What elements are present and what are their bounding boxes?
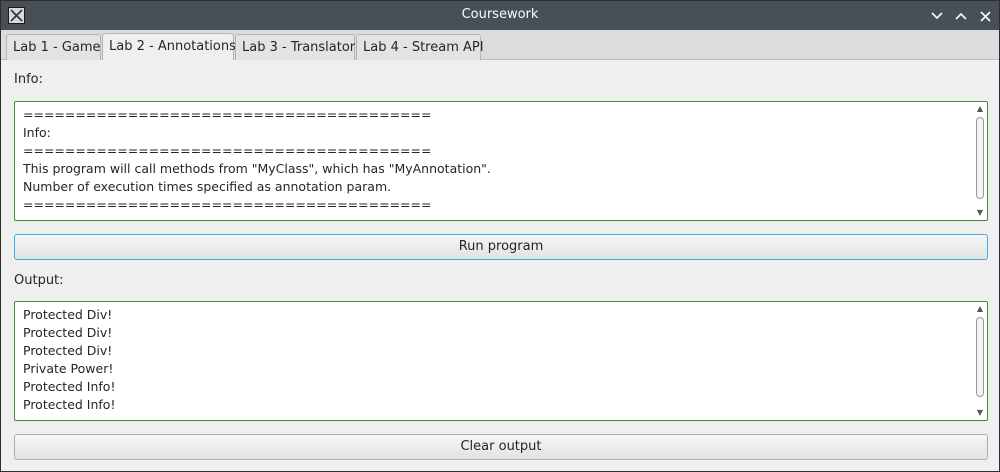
output-line: Protected Div!	[23, 343, 113, 358]
clear-output-button[interactable]: Clear output	[14, 434, 988, 460]
info-line: =======================================	[23, 197, 432, 212]
info-line: This program will call methods from "MyC…	[23, 161, 491, 176]
app-window: Coursework Lab 1 - Game Lab 2 - Annotati…	[0, 0, 1000, 472]
info-line: Number of execution times specified as a…	[23, 179, 392, 194]
output-line: Private Power!	[23, 361, 114, 376]
output-label: Output:	[14, 273, 64, 288]
scroll-down-icon[interactable]: ▼	[974, 408, 986, 418]
tab-bar: Lab 1 - Game Lab 2 - Annotations Lab 3 -…	[1, 30, 999, 60]
output-text-area[interactable]: Protected Div! Protected Div! Protected …	[14, 301, 988, 421]
info-line: =======================================	[23, 107, 432, 122]
info-line: =======================================	[23, 143, 432, 158]
info-text-area[interactable]: ======================================= …	[14, 101, 988, 221]
scroll-down-icon[interactable]: ▼	[974, 208, 986, 218]
output-line: Protected Div!	[23, 325, 113, 340]
maximize-icon[interactable]	[952, 7, 970, 25]
tab-lab3-translator[interactable]: Lab 3 - Translator	[235, 34, 355, 60]
title-bar[interactable]: Coursework	[1, 1, 999, 30]
info-line: Info:	[23, 125, 51, 140]
run-program-button[interactable]: Run program	[14, 234, 988, 260]
output-line: Protected Div!	[23, 307, 113, 322]
info-scrollbar[interactable]: ▲ ▼	[974, 103, 986, 219]
scroll-thumb[interactable]	[976, 117, 984, 199]
scroll-thumb[interactable]	[976, 317, 984, 397]
tab-lab2-annotations[interactable]: Lab 2 - Annotations	[102, 33, 236, 60]
info-label: Info:	[14, 72, 43, 87]
scroll-up-icon[interactable]: ▲	[974, 304, 986, 314]
window-title: Coursework	[461, 7, 539, 22]
output-line: Protected Info!	[23, 397, 116, 412]
tab-lab4-stream-api[interactable]: Lab 4 - Stream API	[356, 34, 484, 60]
tab-lab1-game[interactable]: Lab 1 - Game	[6, 34, 101, 60]
output-line: Protected Info!	[23, 379, 116, 394]
close-icon[interactable]	[976, 7, 994, 25]
output-scrollbar[interactable]: ▲ ▼	[974, 303, 986, 419]
minimize-icon[interactable]	[928, 7, 946, 25]
scroll-up-icon[interactable]: ▲	[974, 104, 986, 114]
